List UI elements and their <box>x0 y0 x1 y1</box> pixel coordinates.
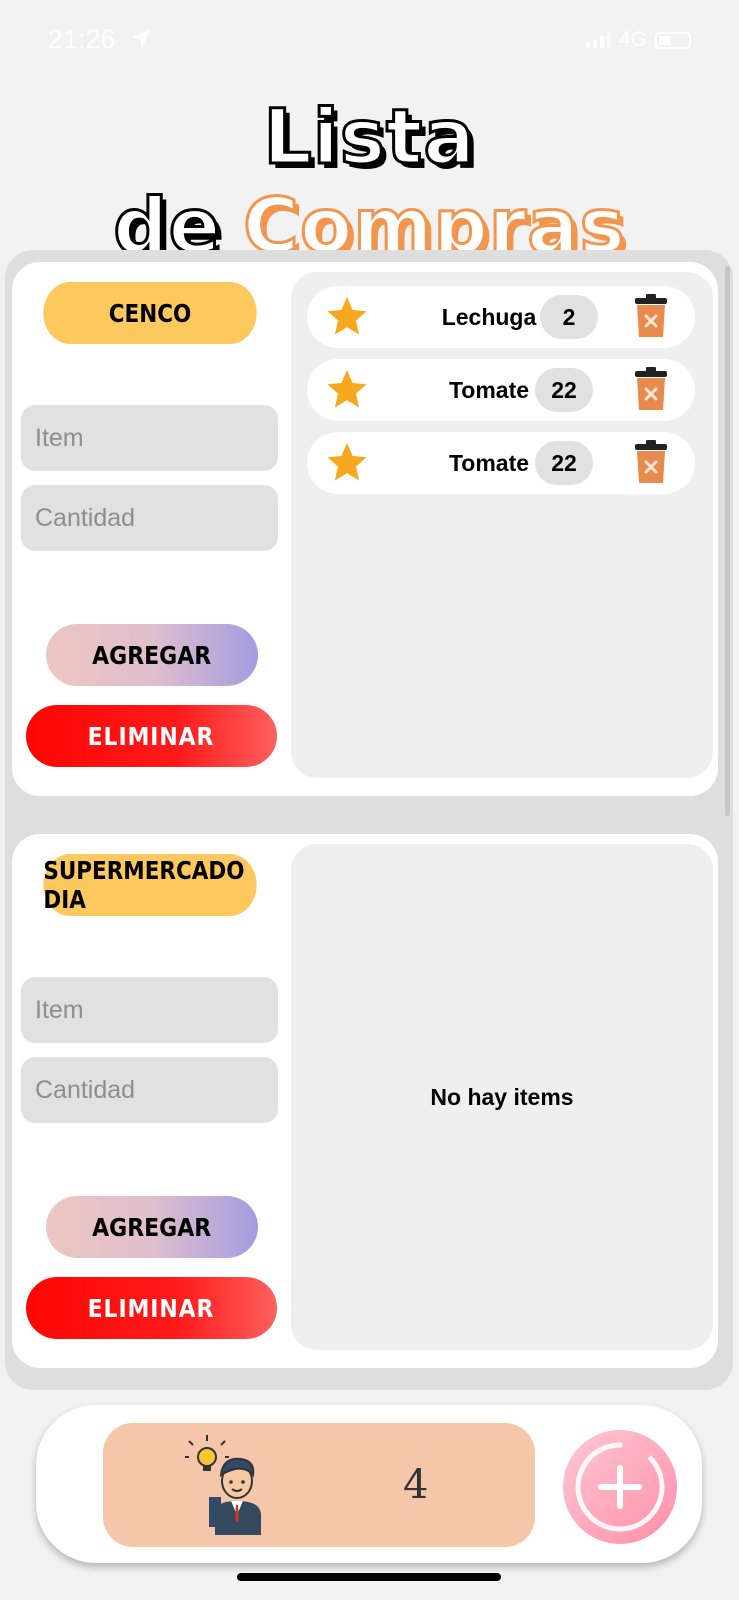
signal-icon <box>585 32 611 48</box>
page-title: Lista de Compras <box>0 91 739 272</box>
add-button[interactable]: AGREGAR <box>46 624 258 686</box>
star-icon[interactable] <box>325 441 369 485</box>
add-button[interactable]: AGREGAR <box>46 1196 258 1258</box>
avatar-icon <box>185 1435 261 1535</box>
add-button-label: AGREGAR <box>92 1212 212 1242</box>
delete-list-button[interactable]: ELIMINAR <box>26 705 277 767</box>
list-item: Tomate 22 <box>307 432 695 494</box>
item-quantity: 2 <box>540 295 598 339</box>
star-icon[interactable] <box>325 368 369 412</box>
trash-icon[interactable] <box>634 439 668 485</box>
add-button-label: AGREGAR <box>92 640 212 670</box>
item-input[interactable] <box>21 977 278 1043</box>
battery-icon <box>655 31 691 49</box>
plus-icon <box>575 1442 665 1532</box>
trash-icon[interactable] <box>634 366 668 412</box>
bottom-bar: 4 <box>36 1405 702 1563</box>
store-card: SUPERMERCADO DIA AGREGAR ELIMINAR No hay… <box>12 834 718 1368</box>
add-list-button[interactable] <box>563 1430 677 1544</box>
empty-message: No hay items <box>430 1084 574 1110</box>
lists-container[interactable]: CENCO AGREGAR ELIMINAR Lechuga 2 Tomate … <box>5 250 733 1390</box>
location-arrow-icon <box>132 30 150 48</box>
delete-button-label: ELIMINAR <box>88 721 215 751</box>
quantity-input[interactable] <box>21 485 278 551</box>
status-bar: 21:26 4G <box>0 0 739 82</box>
store-card: CENCO AGREGAR ELIMINAR Lechuga 2 Tomate … <box>12 262 718 796</box>
list-counter: 4 <box>103 1423 535 1547</box>
list-count: 4 <box>403 1462 429 1508</box>
delete-list-button[interactable]: ELIMINAR <box>26 1277 277 1339</box>
scrollbar[interactable] <box>725 266 730 816</box>
item-quantity: 22 <box>535 368 593 412</box>
item-quantity: 22 <box>535 441 593 485</box>
store-name-badge: SUPERMERCADO DIA <box>43 854 257 916</box>
store-name-badge: CENCO <box>43 282 257 344</box>
list-item: Tomate 22 <box>307 359 695 421</box>
list-item: Lechuga 2 <box>307 286 695 348</box>
status-indicators: 4G <box>585 28 691 52</box>
network-label: 4G <box>618 28 647 51</box>
status-time: 21:26 <box>48 24 116 54</box>
items-panel: No hay items <box>291 844 713 1350</box>
star-icon[interactable] <box>325 295 369 339</box>
delete-button-label: ELIMINAR <box>88 1293 215 1323</box>
quantity-input[interactable] <box>21 1057 278 1123</box>
items-panel: Lechuga 2 Tomate 22 Tomate 22 <box>291 272 713 778</box>
trash-icon[interactable] <box>634 293 668 339</box>
item-input[interactable] <box>21 405 278 471</box>
home-indicator <box>237 1573 501 1581</box>
